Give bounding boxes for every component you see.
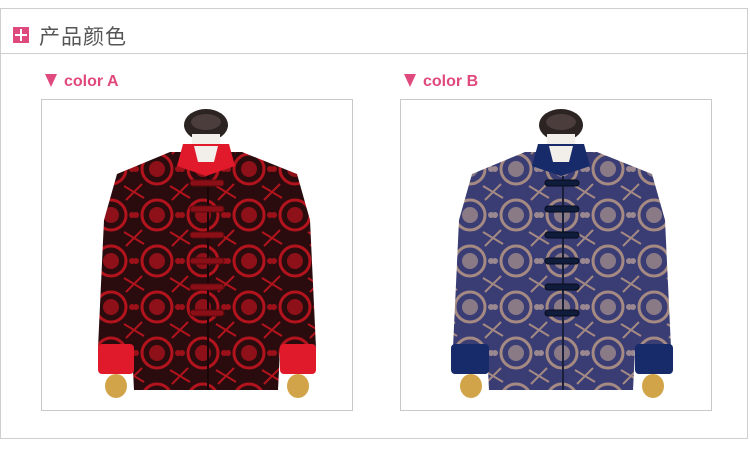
variant-b-label: color B — [404, 73, 478, 91]
variant-b-text: color B — [423, 73, 479, 90]
variant-b-photo[interactable] — [400, 99, 712, 411]
variant-a-label: color A — [45, 73, 119, 91]
section-title: 产品颜色 — [39, 25, 127, 49]
jacket-red-image — [98, 109, 316, 398]
down-triangle-icon — [404, 74, 416, 87]
variant-a-text: color A — [64, 73, 119, 90]
section-header: 产品颜色 — [1, 9, 747, 54]
plus-square-icon — [13, 27, 29, 43]
down-triangle-icon — [45, 74, 57, 87]
variant-a-photo[interactable] — [41, 99, 353, 411]
product-colors-panel: 产品颜色 color A color B — [0, 8, 748, 439]
jacket-blue-image — [451, 109, 673, 398]
